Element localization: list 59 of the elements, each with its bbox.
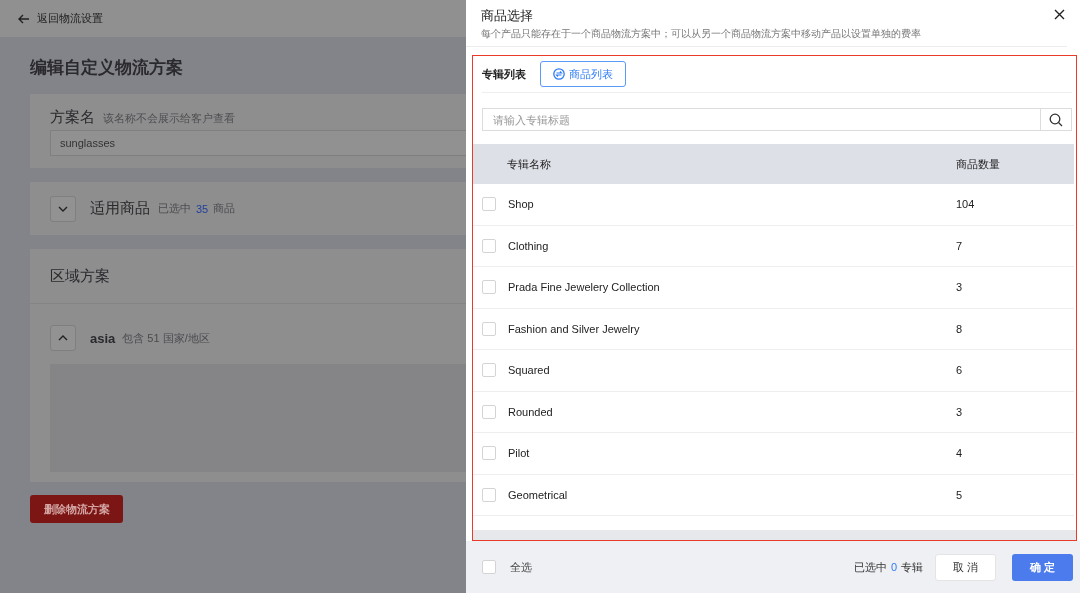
album-name: Geometrical	[508, 488, 569, 501]
tab[interactable]: 商品列表	[540, 61, 626, 88]
select-all-label: 全选	[510, 559, 532, 575]
row-checkbox[interactable]	[482, 363, 496, 378]
cancel-button[interactable]: 取 消	[935, 553, 996, 581]
album-name: Pilot	[508, 447, 531, 460]
row-checkbox[interactable]	[482, 404, 496, 419]
drawer-title: 商品选择	[481, 7, 533, 25]
select-all-checkbox[interactable]	[482, 560, 496, 574]
album-name: Rounded	[508, 405, 554, 418]
confirm-button[interactable]: 确 定	[1012, 553, 1073, 581]
row-checkbox[interactable]	[482, 487, 496, 502]
selected-label: 已选中	[853, 559, 887, 575]
search-button[interactable]	[1041, 108, 1072, 131]
column-header: 商品数量	[956, 156, 1001, 172]
page-title: 编辑自定义物流方案	[30, 57, 184, 79]
row-checkbox[interactable]	[482, 238, 496, 253]
back-link[interactable]: 返回物流设置	[18, 11, 103, 26]
product-count: 3	[956, 281, 964, 294]
product-count: 5	[956, 488, 964, 501]
row-checkbox[interactable]	[482, 280, 496, 295]
row-checkbox[interactable]	[482, 321, 496, 336]
product-count: 7	[956, 239, 964, 252]
chevron-icon	[58, 205, 68, 212]
collapse-toggle[interactable]	[50, 325, 76, 351]
album-name: Prada Fine Jewelery Collection	[508, 281, 661, 294]
product-count: 3	[956, 405, 964, 418]
selected-unit: 专辑	[901, 559, 923, 575]
product-count: 104	[956, 198, 976, 211]
tab[interactable]: 专辑列表	[482, 66, 526, 82]
product-count: 6	[956, 364, 964, 377]
product-count: 8	[956, 322, 964, 335]
album-name: Squared	[508, 364, 551, 377]
row-checkbox[interactable]	[482, 197, 496, 212]
album-name: Shop	[508, 198, 535, 211]
delete-button[interactable]: 删除物流方案	[30, 495, 123, 523]
section-title: 区域方案	[50, 266, 110, 286]
selected-count: 0	[890, 561, 897, 573]
column-header: 专辑名称	[506, 156, 552, 172]
field-label: 方案名	[50, 108, 95, 127]
album-name: Clothing	[508, 239, 550, 252]
section-title: 适用商品	[90, 199, 150, 218]
zone-name: asia	[90, 330, 116, 346]
swap-icon	[553, 68, 565, 81]
zone-summary: 包含 51 国家/地区	[122, 330, 210, 346]
plan-name-input[interactable]: sunglasses	[50, 130, 466, 156]
drawer-subtitle: 每个产品只能存在于一个商品物流方案中；可以从另一个商品物流方案中移动产品以设置单独的费率	[481, 28, 922, 41]
product-count: 4	[956, 447, 964, 460]
close-icon[interactable]	[1054, 9, 1065, 20]
row-checkbox[interactable]	[482, 446, 496, 461]
back-arrow-icon	[18, 13, 30, 24]
chevron-icon	[58, 335, 68, 341]
album-name: Fashion and Silver Jewelry	[508, 322, 641, 335]
selected-label: 已选中	[158, 201, 191, 216]
selected-count: 35	[196, 202, 209, 215]
expand-toggle[interactable]	[50, 195, 76, 222]
search-field[interactable]: 请输入专辑标题	[482, 108, 1041, 131]
search-icon	[1049, 112, 1063, 127]
selected-unit: 商品	[213, 201, 236, 216]
